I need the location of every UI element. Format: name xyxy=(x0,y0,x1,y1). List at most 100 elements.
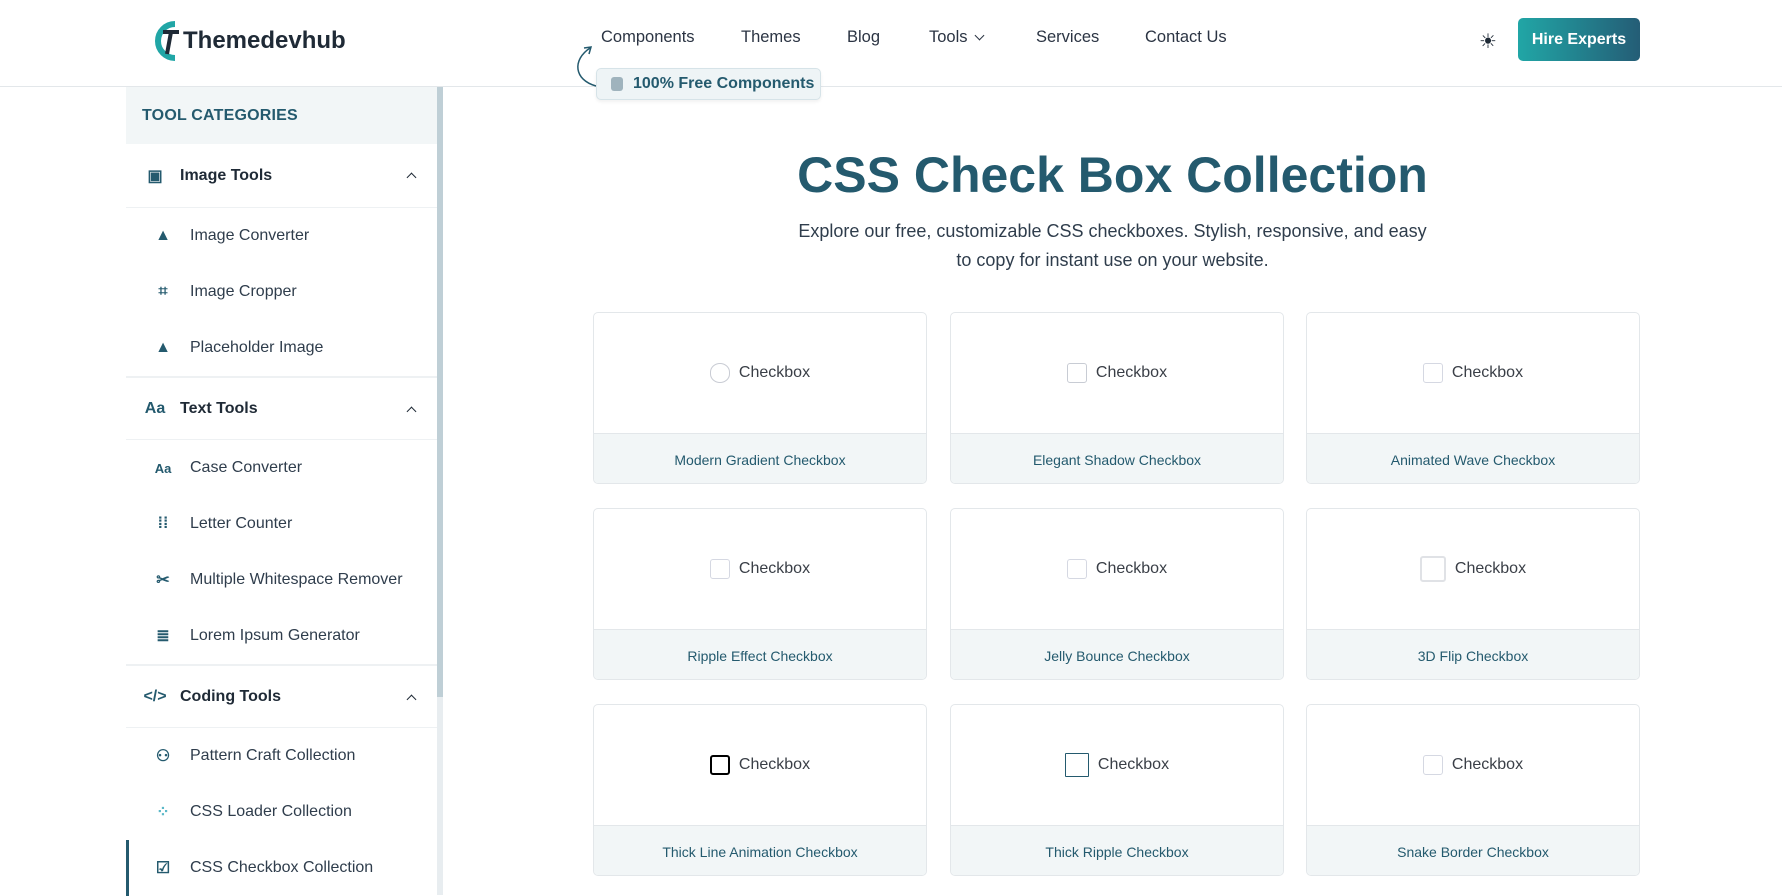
chevron-down-icon xyxy=(974,30,984,41)
demo-checkbox[interactable] xyxy=(1422,755,1443,775)
text-case-icon: Aa xyxy=(154,460,172,476)
counter-icon: ⁞⁞ xyxy=(157,515,169,532)
item-label: CSS Checkbox Collection xyxy=(190,859,374,876)
brand-name: Themedevhub xyxy=(183,27,346,54)
spinner-icon: ⁘ xyxy=(156,804,170,821)
site-header: Themedevhub Components Themes Blog Tools… xyxy=(0,0,1782,100)
demo-checkbox[interactable] xyxy=(1064,753,1089,777)
logo[interactable]: Themedevhub xyxy=(145,18,346,64)
card-title[interactable]: Elegant Shadow Checkbox xyxy=(951,434,1283,483)
checkbox-card[interactable]: Checkbox Thick Line Animation Checkbox xyxy=(593,704,927,876)
item-label: Pattern Craft Collection xyxy=(190,747,356,764)
image-gallery-icon: ▣ xyxy=(147,167,163,185)
card-title[interactable]: Jelly Bounce Checkbox xyxy=(951,630,1283,679)
card-title[interactable]: Animated Wave Checkbox xyxy=(1307,434,1639,483)
checkbox-preview: Checkbox xyxy=(594,509,926,630)
chevron-up-icon xyxy=(406,406,417,417)
chevron-up-icon xyxy=(406,172,417,183)
subtitle-line: to copy for instant use on your website. xyxy=(956,250,1269,270)
theme-toggle-sun-icon[interactable]: ☀ xyxy=(1479,29,1497,54)
item-label: CSS Loader Collection xyxy=(190,803,352,820)
checkbox-card[interactable]: Checkbox Snake Border Checkbox xyxy=(1306,704,1640,876)
code-icon: </> xyxy=(143,687,167,705)
card-title[interactable]: Modern Gradient Checkbox xyxy=(594,434,926,483)
group-label: Coding Tools xyxy=(180,687,282,705)
hire-experts-button[interactable]: Hire Experts xyxy=(1518,18,1640,61)
group-label: Text Tools xyxy=(180,399,258,417)
card-title[interactable]: Thick Line Animation Checkbox xyxy=(594,826,926,875)
sidebar-item-image-cropper[interactable]: ⌗ Image Cropper xyxy=(126,264,437,320)
item-label: Image Converter xyxy=(190,227,310,244)
sidebar-item-letter-counter[interactable]: ⁞⁞ Letter Counter xyxy=(126,496,437,552)
chevron-up-icon xyxy=(406,694,417,705)
checkbox-icon: ☑ xyxy=(155,860,171,877)
demo-checkbox[interactable] xyxy=(1422,363,1443,383)
checkbox-label[interactable]: Checkbox xyxy=(1096,560,1167,578)
sidebar-item-placeholder-image[interactable]: ▲ Placeholder Image xyxy=(126,320,437,376)
demo-checkbox[interactable] xyxy=(709,755,730,775)
nodes-icon: ⚇ xyxy=(155,748,171,765)
demo-checkbox[interactable] xyxy=(1066,363,1087,383)
sidebar-item-css-checkbox[interactable]: ☑ CSS Checkbox Collection xyxy=(126,840,437,896)
sidebar-item-pattern-craft[interactable]: ⚇ Pattern Craft Collection xyxy=(126,728,437,784)
card-title[interactable]: Ripple Effect Checkbox xyxy=(594,630,926,679)
item-label: Multiple Whitespace Remover xyxy=(190,571,403,588)
nav-contact[interactable]: Contact Us xyxy=(1145,28,1227,47)
checkbox-label[interactable]: Checkbox xyxy=(1096,364,1167,382)
logo-icon xyxy=(155,21,179,61)
checkbox-label[interactable]: Checkbox xyxy=(739,364,810,382)
demo-checkbox[interactable] xyxy=(709,559,730,579)
group-coding-tools[interactable]: </> Coding Tools xyxy=(126,664,437,728)
demo-checkbox[interactable] xyxy=(1066,559,1087,579)
page-title: CSS Check Box Collection xyxy=(797,147,1428,203)
nav-components[interactable]: Components xyxy=(601,28,695,47)
nav-themes[interactable]: Themes xyxy=(741,28,801,47)
checkbox-preview: Checkbox xyxy=(594,313,926,434)
group-image-tools[interactable]: ▣ Image Tools xyxy=(126,144,437,208)
badge-label: 100% Free Components xyxy=(633,75,815,92)
group-text-tools[interactable]: Aa Text Tools xyxy=(126,376,437,440)
demo-checkbox[interactable] xyxy=(1419,556,1446,582)
demo-checkbox[interactable] xyxy=(709,363,730,383)
card-title[interactable]: Thick Ripple Checkbox xyxy=(951,826,1283,875)
sidebar-item-lorem-ipsum[interactable]: ≣ Lorem Ipsum Generator xyxy=(126,608,437,664)
sidebar: TOOL CATEGORIES ▣ Image Tools ▲ Image Conv… xyxy=(126,87,443,896)
checkbox-label[interactable]: Checkbox xyxy=(1455,560,1526,578)
checkbox-preview: Checkbox xyxy=(1307,313,1639,434)
sidebar-item-css-loader[interactable]: ⁘ CSS Loader Collection xyxy=(126,784,437,840)
sidebar-item-image-converter[interactable]: ▲ Image Converter xyxy=(126,208,437,264)
subtitle-line: Explore our free, customizable CSS check… xyxy=(798,221,1427,241)
mountain-image-icon: ▲ xyxy=(155,339,171,356)
nav-services[interactable]: Services xyxy=(1036,28,1099,47)
crop-icon: ⌗ xyxy=(158,283,168,300)
card-title[interactable]: 3D Flip Checkbox xyxy=(1307,630,1639,679)
sidebar-item-whitespace-remover[interactable]: ✂ Multiple Whitespace Remover xyxy=(126,552,437,608)
checkbox-label[interactable]: Checkbox xyxy=(739,560,810,578)
item-label: Letter Counter xyxy=(190,515,293,532)
item-label: Placeholder Image xyxy=(190,339,324,356)
checkbox-preview: Checkbox xyxy=(1307,705,1639,826)
checkbox-label[interactable]: Checkbox xyxy=(1452,756,1523,774)
nav-tools[interactable]: Tools xyxy=(929,28,984,47)
checkbox-card[interactable]: Checkbox Animated Wave Checkbox xyxy=(1306,312,1640,484)
checkbox-card[interactable]: Checkbox Modern Gradient Checkbox xyxy=(593,312,927,484)
card-title[interactable]: Snake Border Checkbox xyxy=(1307,826,1639,875)
checkbox-card[interactable]: Checkbox Thick Ripple Checkbox xyxy=(950,704,1284,876)
font-icon: Aa xyxy=(144,399,166,417)
checkbox-label[interactable]: Checkbox xyxy=(1452,364,1523,382)
page-subtitle: Explore our free, customizable CSS check… xyxy=(443,217,1782,275)
checkbox-preview: Checkbox xyxy=(594,705,926,826)
checkbox-card[interactable]: Checkbox Elegant Shadow Checkbox xyxy=(950,312,1284,484)
group-label: Image Tools xyxy=(180,166,273,184)
unlock-icon xyxy=(611,77,623,91)
nav-blog[interactable]: Blog xyxy=(847,28,880,47)
checkbox-card[interactable]: Checkbox Jelly Bounce Checkbox xyxy=(950,508,1284,680)
checkbox-label[interactable]: Checkbox xyxy=(1098,756,1169,774)
free-components-badge[interactable]: 100% Free Components xyxy=(596,68,821,100)
checkbox-preview: Checkbox xyxy=(951,313,1283,434)
checkbox-card[interactable]: Checkbox 3D Flip Checkbox xyxy=(1306,508,1640,680)
checkbox-label[interactable]: Checkbox xyxy=(739,756,810,774)
sidebar-item-case-converter[interactable]: Aa Case Converter xyxy=(126,440,437,496)
checkbox-card[interactable]: Checkbox Ripple Effect Checkbox xyxy=(593,508,927,680)
tool-categories-heading: TOOL CATEGORIES xyxy=(126,87,437,144)
